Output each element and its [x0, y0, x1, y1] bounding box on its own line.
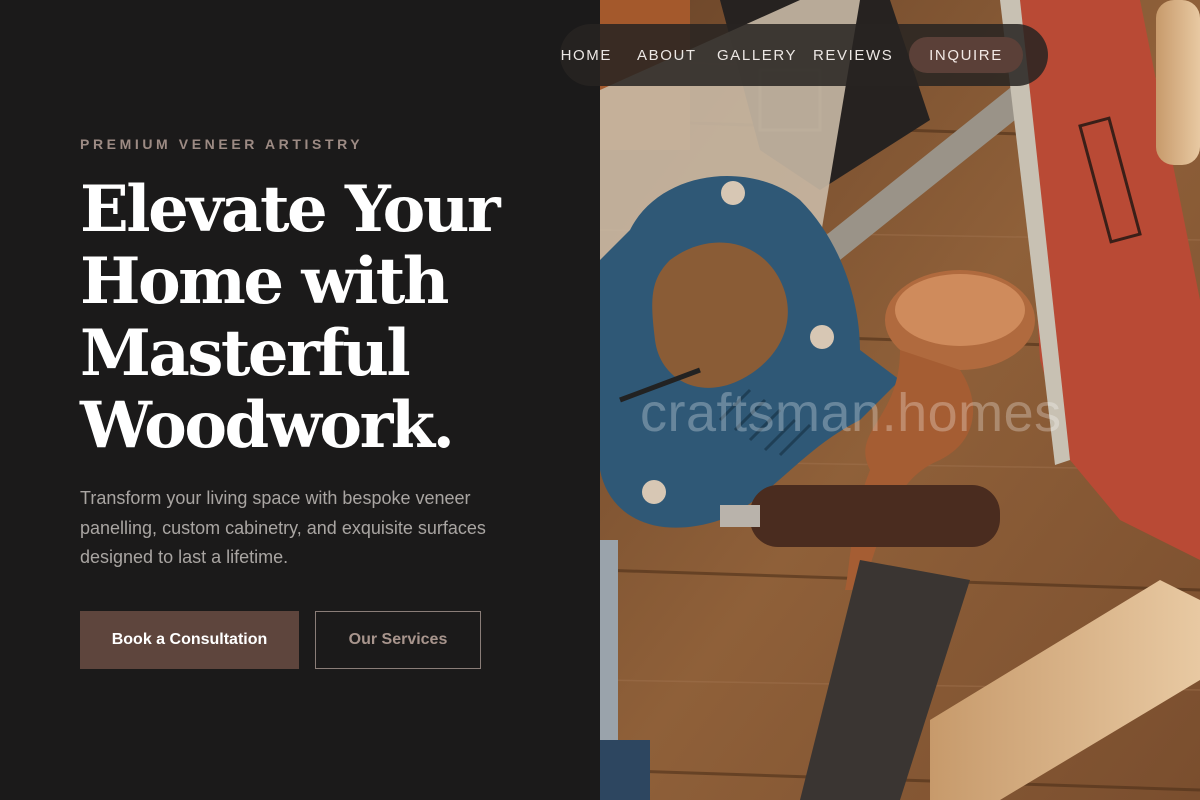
- nav-item-label: ABOUT: [637, 46, 697, 64]
- hero-headline: Elevate Your Home with Masterful Woodwor…: [80, 174, 580, 462]
- nav-item-home[interactable]: HOME: [560, 24, 612, 86]
- nav-item-label: HOME: [560, 46, 612, 64]
- hero-panel: PREMIUM VENEER ARTISTRY Elevate Your Hom…: [0, 0, 600, 800]
- hero-subtext: Transform your living space with bespoke…: [80, 488, 486, 567]
- headline-line: Elevate Your: [80, 172, 501, 247]
- our-services-button[interactable]: Our Services: [315, 611, 481, 669]
- hero-image: craftsman.homes: [600, 0, 1200, 800]
- nav-item-label: REVIEWS: [813, 46, 894, 64]
- headline-line: Masterful: [80, 316, 411, 391]
- hero-eyebrow: PREMIUM VENEER ARTISTRY: [80, 136, 364, 152]
- nav-item-gallery[interactable]: GALLERY: [717, 24, 797, 86]
- watermark-text: craftsman.homes: [640, 383, 1062, 443]
- top-nav: HOME ABOUT GALLERY REVIEWS INQUIRE: [560, 24, 1048, 86]
- headline-line: Home with: [80, 244, 449, 319]
- inquire-button[interactable]: INQUIRE: [909, 37, 1023, 73]
- book-consultation-button[interactable]: Book a Consultation: [80, 611, 299, 669]
- nav-item-label: GALLERY: [717, 46, 798, 64]
- nav-item-about[interactable]: ABOUT: [637, 24, 697, 86]
- headline-line: Woodwork.: [80, 388, 455, 463]
- nav-item-reviews[interactable]: REVIEWS: [813, 24, 893, 86]
